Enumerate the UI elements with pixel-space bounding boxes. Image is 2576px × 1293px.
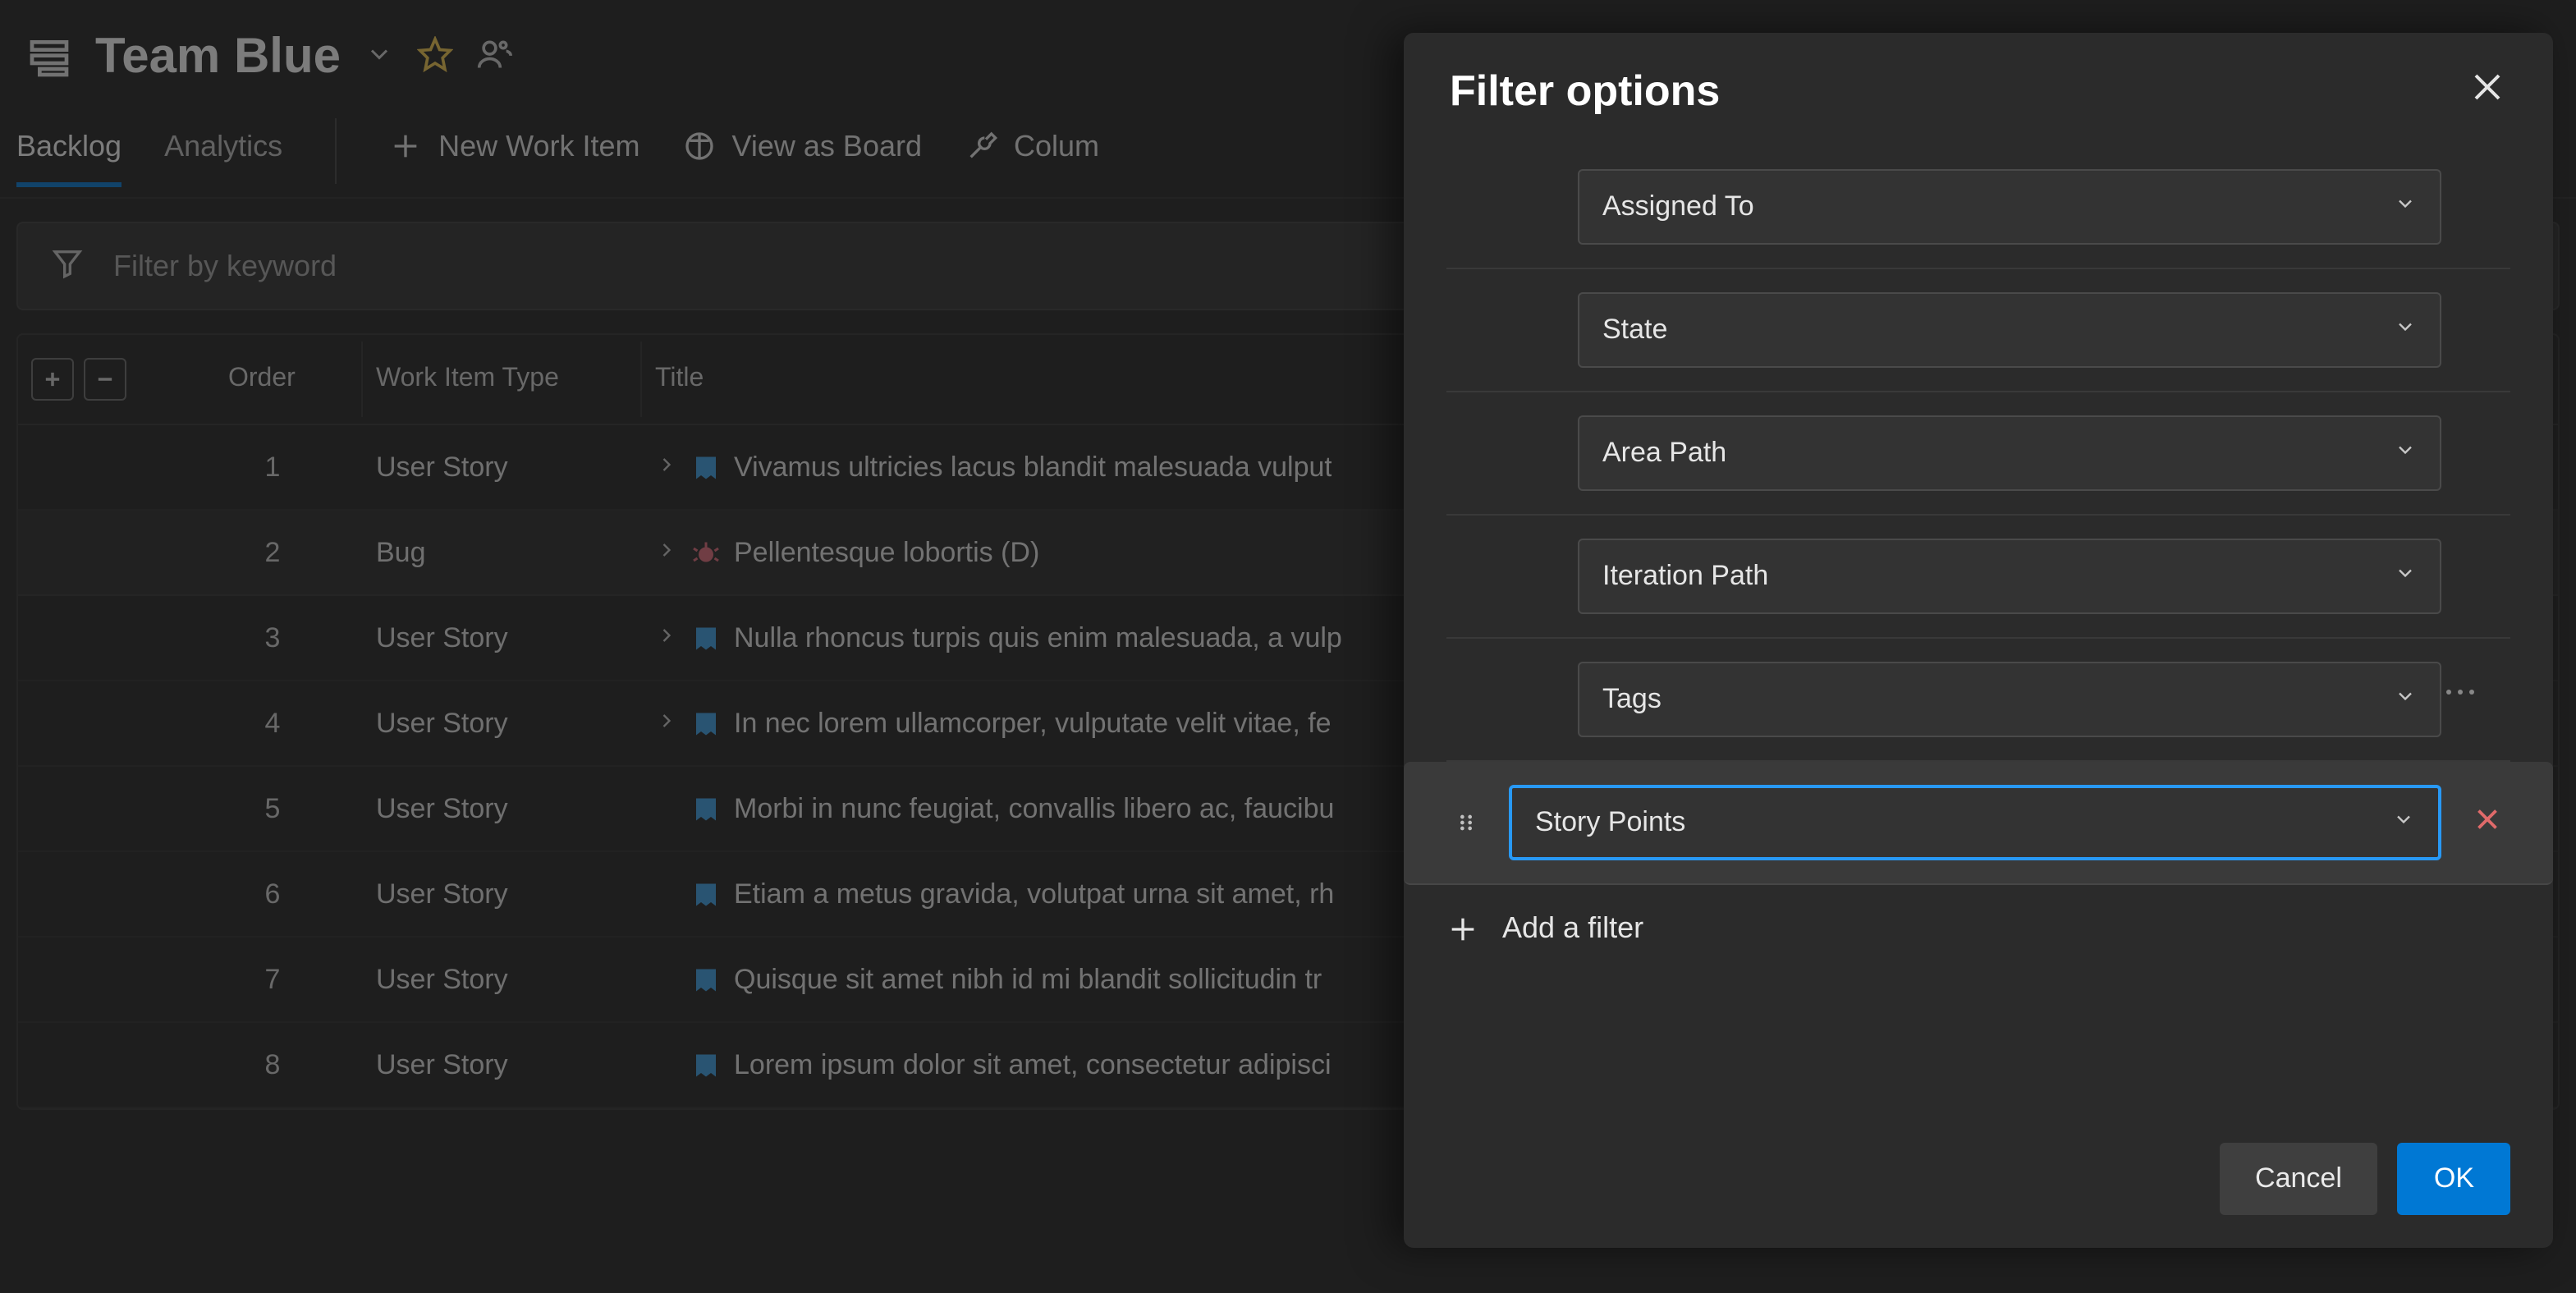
chevron-down-icon: [2394, 560, 2417, 593]
panel-title: Filter options: [1450, 66, 1720, 117]
filter-field-row: Tags: [1446, 639, 2510, 762]
work-item-title: In nec lorem ullamcorper, vulputate veli…: [734, 707, 1332, 740]
cell-order: 1: [182, 428, 363, 507]
funnel-icon: [51, 245, 84, 287]
ok-button[interactable]: OK: [2398, 1143, 2510, 1215]
tab-analytics[interactable]: Analytics: [164, 129, 282, 186]
column-header-type[interactable]: Work Item Type: [363, 342, 642, 417]
filter-field-label: Tags: [1602, 683, 1662, 716]
team-members-icon[interactable]: [475, 35, 511, 80]
filter-field-dropdown[interactable]: Story Points: [1509, 785, 2441, 860]
filter-field-row: Assigned To: [1446, 146, 2510, 269]
backlog-brand-icon: [26, 34, 72, 80]
expand-all-button[interactable]: [31, 358, 74, 401]
work-item-title: Lorem ipsum dolor sit amet, consectetur …: [734, 1048, 1332, 1081]
favorite-star-icon[interactable]: [416, 35, 452, 80]
work-item-title: Pellentesque lobortis (D): [734, 536, 1039, 569]
wrench-icon: [965, 130, 997, 163]
chevron-down-icon: [2394, 190, 2417, 223]
column-header-order[interactable]: Order: [182, 342, 363, 417]
cell-type: User Story: [363, 684, 642, 763]
chevron-down-icon: [2392, 806, 2415, 839]
user-story-icon: [691, 879, 721, 909]
filter-field-dropdown[interactable]: Iteration Path: [1578, 539, 2441, 614]
filter-field-label: State: [1602, 314, 1667, 346]
bug-icon: [691, 538, 721, 567]
team-name[interactable]: Team Blue: [95, 30, 341, 85]
cell-order: 2: [182, 513, 363, 592]
filter-options-panel: Filter options Assigned To State Area Path…: [1404, 33, 2553, 1248]
chevron-down-icon: [2394, 683, 2417, 716]
close-icon: [2468, 67, 2507, 107]
filter-field-dropdown[interactable]: Assigned To: [1578, 169, 2441, 245]
cell-order: 5: [182, 769, 363, 848]
tab-backlog[interactable]: Backlog: [16, 129, 121, 186]
chevron-down-icon: [2394, 437, 2417, 470]
cell-type: User Story: [363, 428, 642, 507]
user-story-icon: [691, 965, 721, 994]
cell-order: 4: [182, 684, 363, 763]
cell-type: User Story: [363, 1025, 642, 1104]
view-as-board-button[interactable]: View as Board: [683, 129, 922, 186]
work-item-title: Morbi in nunc feugiat, convallis libero …: [734, 792, 1334, 825]
user-story-icon: [691, 794, 721, 823]
filter-field-row: Iteration Path: [1446, 516, 2510, 639]
cell-type: Bug: [363, 513, 642, 592]
cell-order: 7: [182, 940, 363, 1019]
add-filter-button[interactable]: Add a filter: [1446, 885, 2510, 979]
expand-chevron-icon[interactable]: [655, 451, 678, 484]
filter-field-label: Assigned To: [1602, 190, 1754, 223]
remove-filter-button[interactable]: [2464, 804, 2510, 841]
cell-order: 8: [182, 1025, 363, 1104]
filter-field-row: Area Path: [1446, 392, 2510, 516]
filter-field-label: Story Points: [1535, 806, 1685, 839]
filter-field-row: State: [1446, 269, 2510, 392]
new-work-item-button[interactable]: New Work Item: [389, 129, 639, 186]
column-options-button[interactable]: Colum: [965, 129, 1099, 186]
plus-icon: [1446, 912, 1479, 945]
cell-type: User Story: [363, 769, 642, 848]
expand-chevron-icon[interactable]: [655, 621, 678, 654]
board-icon: [683, 130, 716, 163]
filter-field-label: Area Path: [1602, 437, 1726, 470]
filter-field-dropdown[interactable]: State: [1578, 292, 2441, 368]
filter-field-dropdown[interactable]: Tags: [1578, 662, 2441, 737]
new-work-item-label: New Work Item: [438, 129, 639, 163]
drag-handle-icon[interactable]: [1446, 811, 1486, 834]
user-story-icon: [691, 1050, 721, 1080]
cell-order: 3: [182, 598, 363, 677]
collapse-all-button[interactable]: [84, 358, 126, 401]
user-story-icon: [691, 623, 721, 653]
team-switch-chevron-icon[interactable]: [364, 39, 393, 76]
expand-chevron-icon[interactable]: [655, 707, 678, 740]
filter-field-label: Iteration Path: [1602, 560, 1768, 593]
separator: [335, 118, 337, 184]
column-options-label: Colum: [1014, 129, 1099, 163]
add-filter-label: Add a filter: [1502, 911, 1643, 946]
cancel-button[interactable]: Cancel: [2219, 1143, 2378, 1215]
work-item-title: Quisque sit amet nibh id mi blandit soll…: [734, 963, 1322, 996]
close-button[interactable]: [2468, 67, 2507, 115]
user-story-icon: [691, 452, 721, 482]
view-as-board-label: View as Board: [732, 129, 922, 163]
user-story-icon: [691, 708, 721, 738]
cell-type: User Story: [363, 598, 642, 677]
work-item-title: Etiam a metus gravida, volutpat urna sit…: [734, 878, 1334, 910]
cell-order: 6: [182, 855, 363, 933]
filter-field-row: Story Points: [1404, 762, 2553, 885]
expand-chevron-icon[interactable]: [655, 536, 678, 569]
filter-field-dropdown[interactable]: Area Path: [1578, 415, 2441, 491]
cell-type: User Story: [363, 940, 642, 1019]
plus-icon: [389, 130, 422, 163]
work-item-title: Vivamus ultricies lacus blandit malesuad…: [734, 451, 1332, 484]
chevron-down-icon: [2394, 314, 2417, 346]
cell-type: User Story: [363, 855, 642, 933]
work-item-title: Nulla rhoncus turpis quis enim malesuada…: [734, 621, 1342, 654]
